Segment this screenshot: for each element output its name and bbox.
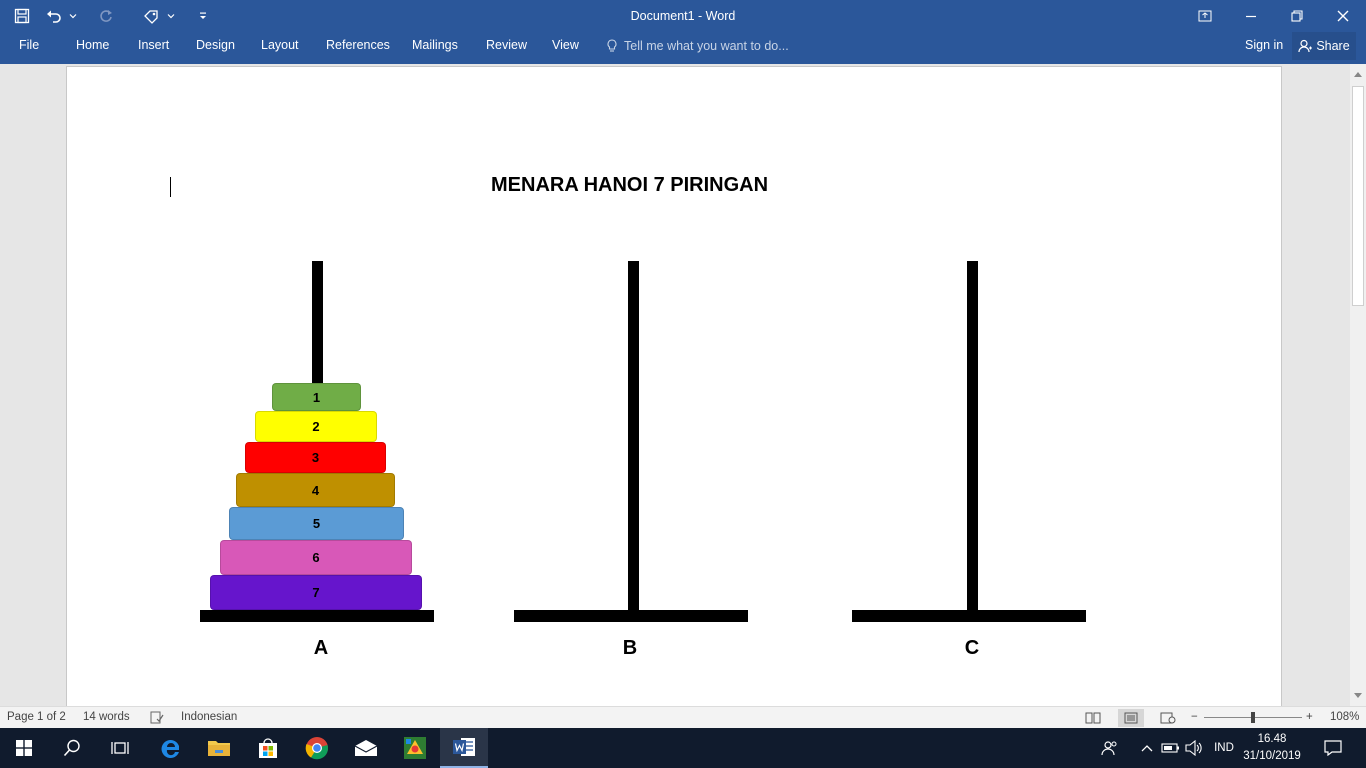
print-layout-icon[interactable] [1118, 709, 1144, 727]
zoom-out-icon[interactable]: − [1191, 707, 1198, 729]
touch-dropdown-icon[interactable] [164, 2, 178, 30]
page-count[interactable]: Page 1 of 2 [7, 707, 66, 729]
peg-label-a: A [313, 637, 329, 659]
close-icon[interactable] [1320, 0, 1366, 32]
disk-4[interactable]: 4 [236, 473, 395, 507]
mail-icon[interactable] [342, 728, 390, 768]
person-icon [1298, 39, 1313, 53]
edge-icon[interactable] [147, 728, 195, 768]
clock-time: 16.48 [1257, 733, 1287, 745]
ribbon-tabs: File Home Insert Design Layout Reference… [0, 32, 1366, 64]
tab-view[interactable]: View [552, 32, 579, 60]
taskbar-clock[interactable]: 16.48 31/10/2019 [1240, 731, 1304, 765]
scroll-thumb[interactable] [1352, 86, 1364, 306]
peg-c-base [852, 610, 1086, 622]
battery-icon[interactable] [1160, 728, 1182, 768]
disk-6[interactable]: 6 [220, 540, 412, 575]
restore-icon[interactable] [1274, 0, 1320, 32]
peg-b-pole [628, 261, 639, 621]
document-page[interactable]: MENARA HANOI 7 PIRINGAN 1 2 3 4 5 6 7 A … [66, 66, 1282, 706]
input-language[interactable]: IND [1208, 728, 1240, 768]
zoom-in-icon[interactable]: + [1306, 707, 1313, 729]
lightbulb-icon [607, 39, 617, 52]
ribbon-display-icon[interactable] [1182, 0, 1228, 32]
save-icon[interactable] [8, 2, 36, 30]
zoom-level[interactable]: 108% [1330, 707, 1359, 729]
notification-icon[interactable] [1318, 728, 1348, 768]
store-icon[interactable] [244, 728, 292, 768]
vertical-scrollbar[interactable] [1350, 64, 1366, 706]
minimize-icon[interactable] [1228, 0, 1274, 32]
tab-layout[interactable]: Layout [261, 32, 299, 60]
touch-mode-icon[interactable] [140, 2, 162, 30]
scroll-up-icon[interactable] [1350, 66, 1366, 82]
proofing-icon[interactable] [150, 711, 164, 725]
file-explorer-icon[interactable] [195, 728, 243, 768]
scroll-down-icon[interactable] [1350, 688, 1366, 704]
peg-label-c: C [964, 637, 980, 659]
chrome-icon[interactable] [293, 728, 341, 768]
chevron-up-icon[interactable] [1136, 728, 1158, 768]
tab-insert[interactable]: Insert [138, 32, 169, 60]
redo-icon[interactable] [92, 2, 120, 30]
disk-7[interactable]: 7 [210, 575, 422, 610]
undo-icon[interactable] [44, 2, 64, 30]
share-button[interactable]: Share [1292, 32, 1356, 60]
windows-start-icon[interactable] [0, 728, 48, 768]
people-icon[interactable] [1098, 728, 1122, 768]
tab-review[interactable]: Review [486, 32, 527, 60]
disk-1[interactable]: 1 [272, 383, 361, 411]
volume-icon[interactable] [1183, 728, 1205, 768]
word-count[interactable]: 14 words [83, 707, 130, 729]
peg-label-b: B [622, 637, 638, 659]
tab-file[interactable]: File [19, 32, 39, 60]
language-indicator[interactable]: Indonesian [181, 707, 237, 729]
peg-b-base [514, 610, 748, 622]
game-app-icon[interactable] [391, 728, 439, 768]
status-bar: Page 1 of 2 14 words Indonesian − + 108% [0, 706, 1366, 728]
title-bar: Document1 - Word [0, 0, 1366, 32]
disk-3[interactable]: 3 [245, 442, 386, 473]
disk-2[interactable]: 2 [255, 411, 377, 442]
clock-date: 31/10/2019 [1243, 750, 1301, 762]
sign-in-link[interactable]: Sign in [1245, 32, 1283, 60]
web-layout-icon[interactable] [1155, 709, 1181, 727]
text-cursor [170, 177, 171, 197]
windows-taskbar: IND 16.48 31/10/2019 [0, 728, 1366, 768]
tab-home[interactable]: Home [76, 32, 109, 60]
zoom-slider-thumb[interactable] [1251, 712, 1255, 723]
peg-c-pole [967, 261, 978, 621]
window-controls [1182, 0, 1366, 32]
read-mode-icon[interactable] [1080, 709, 1106, 727]
document-heading: MENARA HANOI 7 PIRINGAN [491, 174, 769, 196]
tab-mailings[interactable]: Mailings [412, 32, 458, 60]
task-view-icon[interactable] [96, 728, 144, 768]
tell-me-placeholder: Tell me what you want to do... [624, 39, 789, 53]
quick-access-toolbar [8, 0, 214, 32]
tab-references[interactable]: References [326, 32, 390, 60]
undo-dropdown-icon[interactable] [66, 2, 80, 30]
peg-a-base [200, 610, 434, 622]
share-label: Share [1316, 39, 1350, 53]
customize-qat-icon[interactable] [196, 2, 210, 30]
tell-me-box[interactable]: Tell me what you want to do... [606, 32, 789, 60]
search-icon[interactable] [48, 728, 96, 768]
word-icon[interactable] [440, 728, 488, 768]
tab-design[interactable]: Design [196, 32, 235, 60]
disk-5[interactable]: 5 [229, 507, 404, 540]
document-workspace: MENARA HANOI 7 PIRINGAN 1 2 3 4 5 6 7 A … [0, 64, 1350, 706]
